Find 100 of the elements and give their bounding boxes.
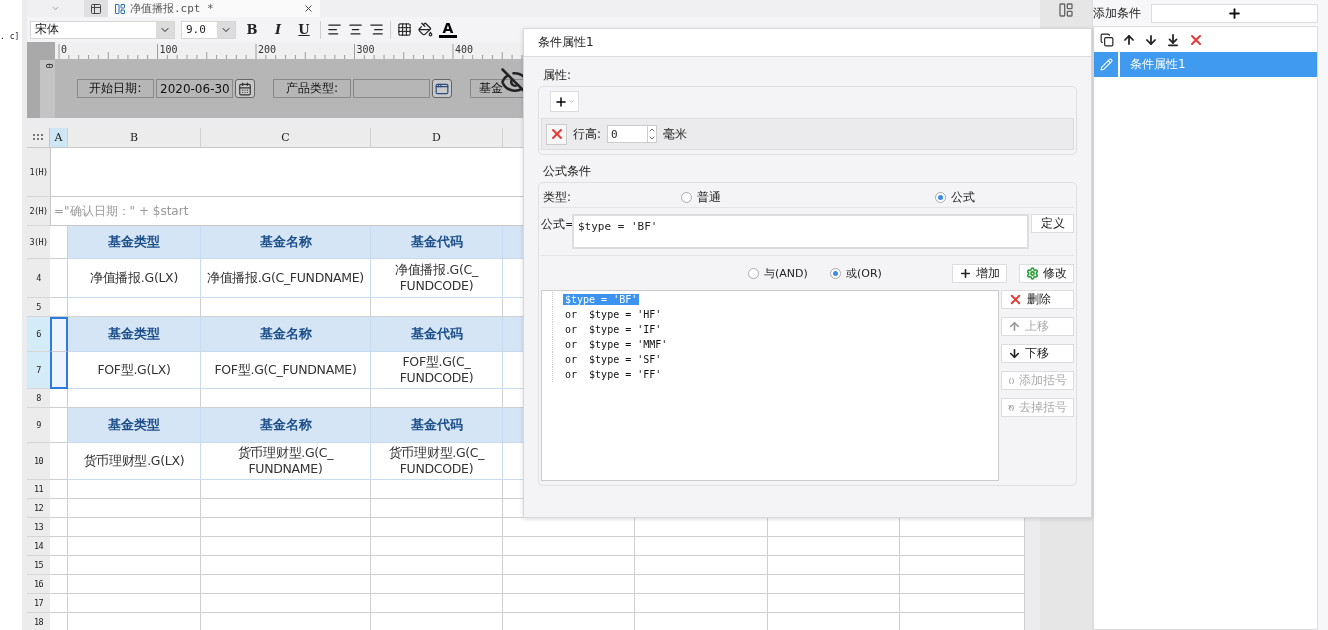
- panel-title: 添加条件: [1093, 4, 1141, 22]
- radio-button[interactable]: [748, 267, 759, 279]
- row-header[interactable]: 10: [27, 443, 50, 480]
- gear-icon: [1026, 266, 1039, 280]
- row-header[interactable]: 5: [27, 298, 50, 317]
- unit-label: 毫米: [663, 125, 688, 143]
- section-title: 公式条件: [542, 163, 592, 180]
- arrow-down-icon[interactable]: [1144, 32, 1158, 47]
- add-dropdown-button[interactable]: [550, 91, 579, 112]
- header-cell: 基金类型: [68, 317, 201, 352]
- chevron-up-icon[interactable]: [648, 126, 657, 134]
- date-field[interactable]: 2020-06-30: [156, 79, 233, 98]
- align-left-icon[interactable]: [327, 22, 342, 37]
- condition-item[interactable]: or $type = 'MMF': [563, 339, 670, 350]
- plus-icon: [1227, 5, 1242, 21]
- bold-button[interactable]: B: [242, 19, 262, 40]
- file-tab[interactable]: 净值播报.cpt *: [108, 0, 320, 17]
- plus-icon: [554, 94, 568, 109]
- italic-button[interactable]: I: [268, 19, 288, 40]
- table-cell: [50, 575, 68, 594]
- arrow-up-icon[interactable]: [1122, 32, 1136, 47]
- row-header[interactable]: 13: [27, 518, 50, 537]
- select-value: 宋体: [35, 21, 59, 38]
- paint-bucket-icon[interactable]: [418, 22, 433, 37]
- row-header[interactable]: 8: [27, 389, 50, 408]
- row-header[interactable]: 12: [27, 499, 50, 518]
- header-cell: 基金代码: [371, 317, 503, 352]
- font-size-select[interactable]: 9.0: [181, 20, 236, 39]
- font-select[interactable]: 宋体: [30, 20, 175, 39]
- define-button[interactable]: 定义: [1031, 214, 1074, 233]
- column-header[interactable]: D: [371, 128, 503, 148]
- close-icon[interactable]: [303, 3, 314, 14]
- add-button[interactable]: 增加: [952, 263, 1007, 283]
- chevron-down-icon[interactable]: [648, 134, 657, 142]
- delete-button[interactable]: [546, 123, 567, 145]
- row-header[interactable]: 2(H): [27, 197, 50, 226]
- radio-button[interactable]: [935, 191, 946, 203]
- condition-item[interactable]: or $type = 'SF': [563, 354, 664, 365]
- row-header[interactable]: 17: [27, 594, 50, 613]
- header-cell: 基金代码: [371, 226, 503, 259]
- down-button[interactable]: 下移: [1001, 344, 1074, 363]
- pencil-icon: [1099, 58, 1113, 71]
- window-icon: [435, 81, 449, 96]
- modify-button[interactable]: 修改: [1019, 263, 1074, 283]
- header-cell: 基金名称: [201, 317, 371, 352]
- row-header[interactable]: 15: [27, 556, 50, 575]
- column-header[interactable]: C: [201, 128, 371, 148]
- table-cell: [50, 594, 68, 613]
- vertical-ruler: 0: [40, 60, 55, 118]
- copy-icon[interactable]: [1100, 32, 1114, 47]
- header-cell: 基金名称: [201, 408, 371, 443]
- radio-button[interactable]: [681, 191, 692, 203]
- row-header[interactable]: 9: [27, 408, 50, 443]
- arrow-to-bottom-icon[interactable]: [1166, 32, 1180, 47]
- font-color-button[interactable]: A: [439, 21, 457, 38]
- row-header[interactable]: 11: [27, 480, 50, 499]
- table-cell: [50, 259, 68, 298]
- row-header[interactable]: 14: [27, 537, 50, 556]
- table-cell: 货币理财型.G(C_ FUNDNAME): [201, 443, 371, 480]
- row-header[interactable]: 18: [27, 613, 50, 630]
- row-header[interactable]: 4: [27, 259, 50, 298]
- report-icon: [114, 2, 126, 15]
- dropdown-button[interactable]: [432, 79, 452, 98]
- condition-item[interactable]: or $type = 'IF': [563, 324, 664, 335]
- radio-label: 与(AND): [764, 265, 808, 281]
- row-header[interactable]: 1(H): [27, 148, 50, 197]
- close-icon: [1008, 292, 1023, 307]
- row-height-field[interactable]: 0: [607, 125, 658, 143]
- select-value: 9.0: [186, 23, 206, 36]
- condition-item[interactable]: or $type = 'HF': [563, 309, 664, 320]
- header-cell: 基金代码: [371, 408, 503, 443]
- parameter-label: 产品类型:: [273, 79, 351, 98]
- condition-item[interactable]: or $type = 'FF': [563, 369, 664, 380]
- row-header[interactable]: 16: [27, 575, 50, 594]
- panel-icon[interactable]: [1058, 2, 1074, 18]
- underline-button[interactable]: U: [294, 19, 314, 40]
- row-header[interactable]: 6: [27, 317, 50, 352]
- align-right-icon[interactable]: [369, 22, 384, 37]
- formula-field[interactable]: $type = 'BF': [572, 214, 1030, 249]
- table-cell: [50, 389, 68, 408]
- delete-button[interactable]: 删除: [1001, 290, 1074, 309]
- column-header[interactable]: A: [50, 128, 68, 148]
- row-header[interactable]: 7: [27, 352, 50, 389]
- arrow-up-icon: [1008, 320, 1021, 333]
- border-icon[interactable]: [397, 22, 412, 37]
- radio-label: 或(OR): [846, 265, 882, 281]
- table-cell: 净值播报.G(C_FUNDNAME): [201, 259, 371, 298]
- table-cell: [50, 298, 68, 317]
- table-cell: 货币理财型.G(LX): [68, 443, 201, 480]
- radio-button[interactable]: [830, 267, 841, 279]
- calendar-button[interactable]: [235, 79, 255, 98]
- combo-field[interactable]: [353, 79, 430, 98]
- grid-dots-icon[interactable]: [33, 134, 43, 141]
- column-header[interactable]: B: [68, 128, 201, 148]
- table-cell: [50, 408, 68, 443]
- align-center-icon[interactable]: [348, 22, 363, 37]
- selected-cell: [50, 317, 68, 352]
- table-cell: [50, 537, 68, 556]
- row-header[interactable]: 3(H): [27, 226, 50, 259]
- table-icon[interactable]: [90, 2, 102, 15]
